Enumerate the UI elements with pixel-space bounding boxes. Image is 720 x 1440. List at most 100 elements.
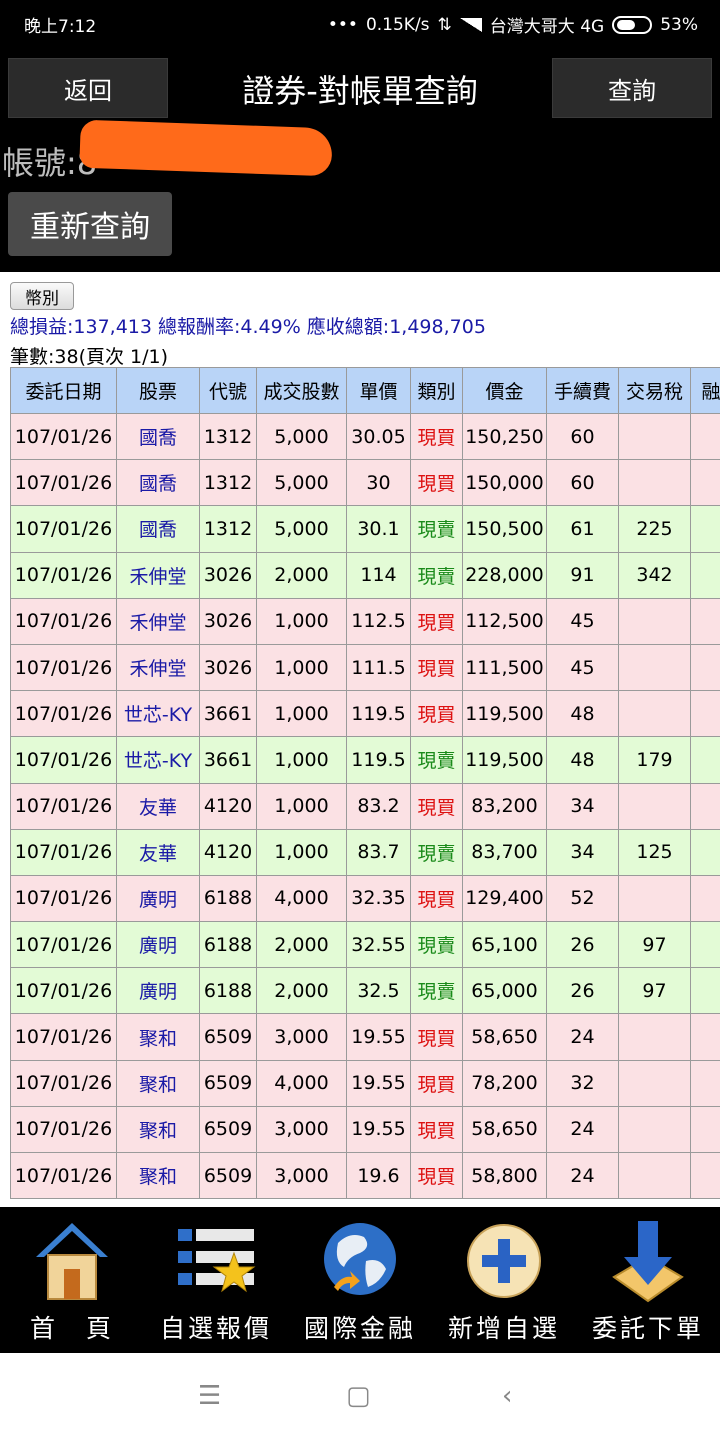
cell-short-sale xyxy=(690,1059,720,1107)
cell-code: 3661 xyxy=(199,690,257,738)
cell-short-sale xyxy=(690,874,720,923)
cell-short-sale xyxy=(690,505,720,553)
cell-amount: 228,000 xyxy=(462,551,547,599)
cell-name: 禾伸堂 xyxy=(116,597,200,645)
cell-short-sale xyxy=(690,597,720,645)
toolbar-add-watch[interactable]: 新增自選 xyxy=(432,1207,576,1353)
cell-code: 3026 xyxy=(199,643,257,692)
cell-amount: 119,500 xyxy=(462,736,547,784)
toolbar-place-order-label: 委託下單 xyxy=(591,1314,704,1343)
statement-table: 委託日期股票代號成交股數單價類別價金手續費交易稅融券 107/01/26國喬13… xyxy=(10,367,720,1200)
cell-short-sale xyxy=(690,1105,720,1154)
cell-date: 107/01/26 xyxy=(10,643,117,692)
table-row[interactable]: 107/01/26 友華 4120 1,000 83.2 現買 83,200 34 xyxy=(10,782,720,830)
cell-name: 廣明 xyxy=(116,874,200,923)
table-row[interactable]: 107/01/26 聚和 6509 4,000 19.55 現買 78,200 32 xyxy=(10,1059,720,1107)
cell-name: 國喬 xyxy=(116,459,200,507)
cell-name: 友華 xyxy=(116,782,200,830)
cell-tax: 125 xyxy=(618,828,691,876)
cell-price: 119.5 xyxy=(346,736,411,784)
data-transfer-icon: ⇅ xyxy=(437,14,452,35)
cell-tax xyxy=(618,412,691,461)
cell-code: 1312 xyxy=(199,412,257,461)
cell-date: 107/01/26 xyxy=(10,412,117,461)
cell-date: 107/01/26 xyxy=(10,1059,117,1107)
column-header: 委託日期 xyxy=(10,367,117,414)
cell-name: 聚和 xyxy=(116,1105,200,1154)
cell-price: 83.2 xyxy=(346,782,411,830)
column-header: 成交股數 xyxy=(256,367,347,414)
currency-button[interactable]: 幣別 xyxy=(10,282,74,310)
cell-name: 禾伸堂 xyxy=(116,643,200,692)
watchlist-star-icon xyxy=(178,1229,256,1293)
cell-price: 111.5 xyxy=(346,643,411,692)
cell-shares: 5,000 xyxy=(256,505,347,553)
menu-icon[interactable]: ☰ xyxy=(198,1381,221,1411)
cell-name: 聚和 xyxy=(116,1013,200,1061)
table-row[interactable]: 107/01/26 禾伸堂 3026 1,000 112.5 現買 112,500 45 xyxy=(10,597,720,645)
cell-code: 6509 xyxy=(199,1151,257,1200)
cell-short-sale xyxy=(690,690,720,738)
column-header: 單價 xyxy=(346,367,411,414)
cell-date: 107/01/26 xyxy=(10,874,117,923)
cell-price: 112.5 xyxy=(346,597,411,645)
cell-name: 友華 xyxy=(116,828,200,876)
cell-price: 114 xyxy=(346,551,411,599)
table-row[interactable]: 107/01/26 國喬 1312 5,000 30.1 現賣 150,500 61 225 xyxy=(10,505,720,553)
cell-amount: 150,250 xyxy=(462,412,547,461)
table-row[interactable]: 107/01/26 國喬 1312 5,000 30 現買 150,000 60 xyxy=(10,459,720,507)
cell-price: 30.1 xyxy=(346,505,411,553)
cell-type: 現買 xyxy=(410,597,463,645)
table-row[interactable]: 107/01/26 廣明 6188 2,000 32.5 現賣 65,000 26 97 xyxy=(10,967,720,1015)
cell-price: 83.7 xyxy=(346,828,411,876)
toolbar-watchlist[interactable]: 自選報價 xyxy=(144,1207,288,1353)
cell-fee: 61 xyxy=(546,505,619,553)
cell-date: 107/01/26 xyxy=(10,690,117,738)
toolbar-place-order[interactable]: 委託下單 xyxy=(576,1207,720,1353)
cell-type: 現賣 xyxy=(410,967,463,1015)
cell-type: 現買 xyxy=(410,874,463,923)
toolbar-home[interactable]: 首 頁 xyxy=(0,1207,144,1353)
cell-code: 6509 xyxy=(199,1013,257,1061)
back-button[interactable]: 返回 xyxy=(8,58,168,118)
cell-name: 聚和 xyxy=(116,1151,200,1200)
table-row[interactable]: 107/01/26 聚和 6509 3,000 19.6 現買 58,800 24 xyxy=(10,1151,720,1200)
table-header-row: 委託日期股票代號成交股數單價類別價金手續費交易稅融券 xyxy=(10,367,720,414)
cell-type: 現賣 xyxy=(410,736,463,784)
app-header: 返回 證券-對帳單查詢 查詢 帳號:8 重新查詢 xyxy=(0,46,720,272)
table-row[interactable]: 107/01/26 世芯-KY 3661 1,000 119.5 現買 119,500 48 xyxy=(10,690,720,738)
column-header: 代號 xyxy=(199,367,257,414)
table-row[interactable]: 107/01/26 友華 4120 1,000 83.7 現賣 83,700 34 125 xyxy=(10,828,720,876)
table-row[interactable]: 107/01/26 國喬 1312 5,000 30.05 現買 150,250 60 xyxy=(10,412,720,461)
cell-name: 廣明 xyxy=(116,921,200,969)
cell-type: 現賣 xyxy=(410,921,463,969)
cell-amount: 150,500 xyxy=(462,505,547,553)
cell-tax xyxy=(618,1105,691,1154)
table-row[interactable]: 107/01/26 聚和 6509 3,000 19.55 現買 58,650 24 xyxy=(10,1105,720,1154)
statement-table-container[interactable]: 委託日期股票代號成交股數單價類別價金手續費交易稅融券 107/01/26國喬13… xyxy=(10,367,720,1207)
table-row[interactable]: 107/01/26 禾伸堂 3026 1,000 111.5 現買 111,500 45 xyxy=(10,643,720,692)
back-chevron-icon[interactable]: ‹ xyxy=(502,1381,512,1411)
cell-price: 19.55 xyxy=(346,1013,411,1061)
cell-shares: 2,000 xyxy=(256,967,347,1015)
column-header: 融券 xyxy=(690,367,720,414)
cell-date: 107/01/26 xyxy=(10,736,117,784)
requery-button[interactable]: 重新查詢 xyxy=(8,192,172,256)
cell-fee: 60 xyxy=(546,412,619,461)
toolbar-international[interactable]: 國際金融 xyxy=(288,1207,432,1353)
cell-type: 現買 xyxy=(410,1059,463,1107)
cell-type: 現買 xyxy=(410,690,463,738)
cell-amount: 58,800 xyxy=(462,1151,547,1200)
query-button[interactable]: 查詢 xyxy=(552,58,712,118)
cell-fee: 34 xyxy=(546,828,619,876)
cell-name: 世芯-KY xyxy=(116,736,200,784)
table-row[interactable]: 107/01/26 世芯-KY 3661 1,000 119.5 現賣 119,500 48 1… xyxy=(10,736,720,784)
table-row[interactable]: 107/01/26 廣明 6188 4,000 32.35 現買 129,400 52 xyxy=(10,874,720,923)
table-row[interactable]: 107/01/26 聚和 6509 3,000 19.55 現買 58,650 24 xyxy=(10,1013,720,1061)
battery-percent: 53% xyxy=(660,14,698,35)
table-row[interactable]: 107/01/26 禾伸堂 3026 2,000 114 現賣 228,000 91 342 xyxy=(10,551,720,599)
cell-tax xyxy=(618,597,691,645)
table-row[interactable]: 107/01/26 廣明 6188 2,000 32.55 現賣 65,100 26 97 xyxy=(10,921,720,969)
cell-code: 6509 xyxy=(199,1105,257,1154)
home-square-icon[interactable]: ▢ xyxy=(346,1381,371,1411)
